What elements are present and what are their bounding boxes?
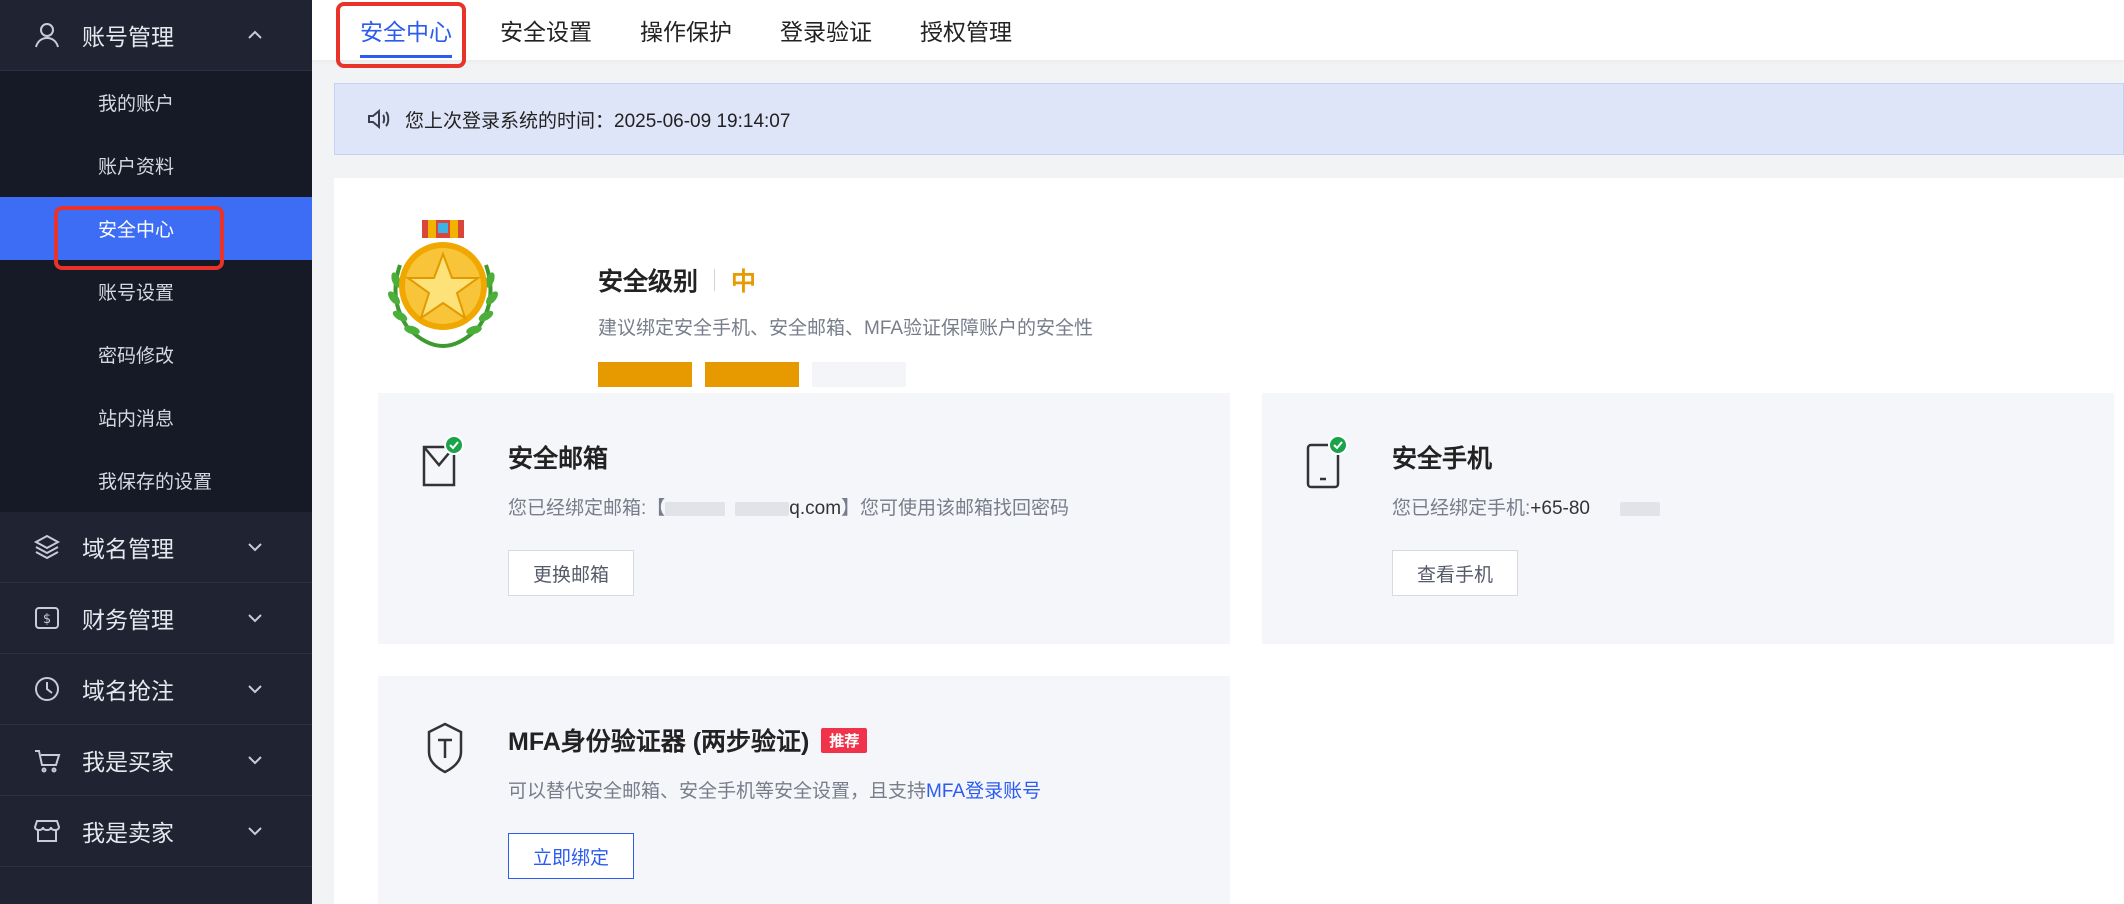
tab-label: 授权管理 <box>920 19 1012 45</box>
email-verified-icon <box>420 435 470 491</box>
sidebar-sub-list: 我的账户 账户资料 安全中心 账号设置 密码修改 站内消息 我保存的设置 <box>0 71 312 512</box>
sidebar-item-password-change[interactable]: 密码修改 <box>0 323 312 386</box>
sidebar-item-label: 账户资料 <box>98 157 175 178</box>
chevron-down-icon <box>246 680 264 698</box>
tab-label: 安全中心 <box>360 19 452 45</box>
sidebar-item-label: 我的账户 <box>98 94 175 115</box>
speaker-icon <box>365 106 391 132</box>
security-level-value: 中 <box>731 268 757 296</box>
sidebar: 账号管理 我的账户 账户资料 安全中心 账号设置 密码修改 站内消息 我保存的设… <box>0 0 312 904</box>
sidebar-item-security-center[interactable]: 安全中心 <box>0 197 312 260</box>
sidebar-group-label: 域名管理 <box>82 536 174 562</box>
chevron-down-icon <box>246 751 264 769</box>
medal-icon <box>388 220 498 348</box>
sidebar-group-backorder[interactable]: 域名抢注 <box>0 654 312 725</box>
divider <box>714 269 716 291</box>
sidebar-item-label: 我保存的设置 <box>98 472 213 493</box>
sidebar-item-label: 安全中心 <box>98 220 175 241</box>
sidebar-item-label: 站内消息 <box>98 409 175 430</box>
security-level-bar <box>598 362 692 387</box>
chevron-down-icon <box>246 538 264 556</box>
mfa-card-description: 可以替代安全邮箱、安全手机等安全设置，且支持MFA登录账号 <box>508 776 1041 803</box>
recommended-badge: 推荐 <box>821 727 868 753</box>
tab-security-center[interactable]: 安全中心 <box>336 0 476 60</box>
tab-label: 登录验证 <box>780 19 872 45</box>
layers-icon <box>32 532 62 562</box>
email-desc-suffix: 】您可使用该邮箱找回密码 <box>841 498 1070 519</box>
cart-icon <box>32 745 62 775</box>
email-card-title: 安全邮箱 <box>508 445 609 473</box>
sidebar-group-buyer[interactable]: 我是买家 <box>0 725 312 796</box>
last-login-text: 您上次登录系统的时间：2025-06-09 19:14:07 <box>405 110 791 132</box>
mfa-desc-prefix: 可以替代安全邮箱、安全手机等安全设置，且支持 <box>508 781 927 802</box>
sidebar-item-account-settings[interactable]: 账号设置 <box>0 260 312 323</box>
phone-number: +65-80 <box>1530 498 1590 519</box>
sidebar-group-finance[interactable]: $ 财务管理 <box>0 583 312 654</box>
mfa-card-heading: MFA身份验证器 (两步验证) 推荐 <box>508 722 868 758</box>
tab-label: 操作保护 <box>640 19 732 45</box>
email-card-description: 您已经绑定邮箱:【 q.com】您可使用该邮箱找回密码 <box>508 493 1069 520</box>
sidebar-item-label: 账号设置 <box>98 283 175 304</box>
mfa-card: MFA身份验证器 (两步验证) 推荐 可以替代安全邮箱、安全手机等安全设置，且支… <box>378 676 1230 904</box>
mfa-login-link[interactable]: MFA登录账号 <box>926 781 1041 802</box>
email-desc-prefix: 您已经绑定邮箱:【 <box>508 498 666 519</box>
sidebar-group-seller[interactable]: 我是卖家 <box>0 796 312 867</box>
masked-email <box>735 501 790 516</box>
sidebar-group-label: 账号管理 <box>82 24 174 50</box>
chevron-down-icon <box>246 822 264 840</box>
security-level-heading: 安全级别 中 <box>598 262 756 298</box>
tab-label: 安全设置 <box>500 19 592 45</box>
svg-text:$: $ <box>43 612 51 627</box>
sidebar-item-my-account[interactable]: 我的账户 <box>0 71 312 134</box>
tab-bar: 安全中心 安全设置 操作保护 登录验证 授权管理 <box>312 0 2124 68</box>
sidebar-item-label: 密码修改 <box>98 346 175 367</box>
phone-verified-icon <box>1304 435 1354 491</box>
sidebar-item-messages[interactable]: 站内消息 <box>0 386 312 449</box>
last-login-notice: 您上次登录系统的时间：2025-06-09 19:14:07 <box>334 83 2124 155</box>
sidebar-group-label: 我是卖家 <box>82 820 174 846</box>
mfa-card-title: MFA身份验证器 (两步验证) <box>508 728 810 756</box>
main-content: 安全中心 安全设置 操作保护 登录验证 授权管理 您上次登录系统的时间：2025… <box>312 0 2124 904</box>
change-email-button[interactable]: 更换邮箱 <box>508 550 635 596</box>
security-panel: 安全级别 中 建议绑定安全手机、安全邮箱、MFA验证保障账户的安全性 安全邮箱 … <box>334 178 2124 904</box>
dollar-icon: $ <box>32 603 62 633</box>
security-phone-card: 安全手机 您已经绑定手机:+65-80 查看手机 <box>1262 393 2114 644</box>
security-level-bar <box>705 362 799 387</box>
sidebar-item-saved-settings[interactable]: 我保存的设置 <box>0 449 312 512</box>
chevron-up-icon <box>246 26 264 44</box>
tab-login-verification[interactable]: 登录验证 <box>756 0 896 60</box>
user-icon <box>32 20 62 50</box>
sidebar-group-domains[interactable]: 域名管理 <box>0 512 312 583</box>
security-level-bar <box>812 362 906 387</box>
sidebar-group-label: 域名抢注 <box>82 678 174 704</box>
security-level-bars <box>598 362 906 387</box>
masked-email <box>665 501 726 516</box>
sidebar-group-account[interactable]: 账号管理 <box>0 0 312 71</box>
sidebar-group-label: 财务管理 <box>82 607 174 633</box>
email-domain: q.com <box>789 498 842 519</box>
shield-t-icon <box>420 718 470 774</box>
store-icon <box>32 816 62 846</box>
security-email-card: 安全邮箱 您已经绑定邮箱:【 q.com】您可使用该邮箱找回密码 更换邮箱 <box>378 393 1230 644</box>
sidebar-item-account-profile[interactable]: 账户资料 <box>0 134 312 197</box>
tab-authorization[interactable]: 授权管理 <box>896 0 1036 60</box>
tab-operation-protection[interactable]: 操作保护 <box>616 0 756 60</box>
clock-icon <box>32 674 62 704</box>
phone-card-title: 安全手机 <box>1392 445 1493 473</box>
bind-mfa-button[interactable]: 立即绑定 <box>508 833 635 879</box>
masked-phone <box>1619 501 1660 516</box>
sidebar-group-label: 我是买家 <box>82 749 174 775</box>
chevron-down-icon <box>246 609 264 627</box>
view-phone-button[interactable]: 查看手机 <box>1392 550 1519 596</box>
tab-security-settings[interactable]: 安全设置 <box>476 0 616 60</box>
phone-card-description: 您已经绑定手机:+65-80 <box>1392 493 1660 520</box>
security-level-title: 安全级别 <box>598 268 699 296</box>
security-level-description: 建议绑定安全手机、安全邮箱、MFA验证保障账户的安全性 <box>598 318 1094 339</box>
phone-desc-prefix: 您已经绑定手机: <box>1392 498 1531 519</box>
